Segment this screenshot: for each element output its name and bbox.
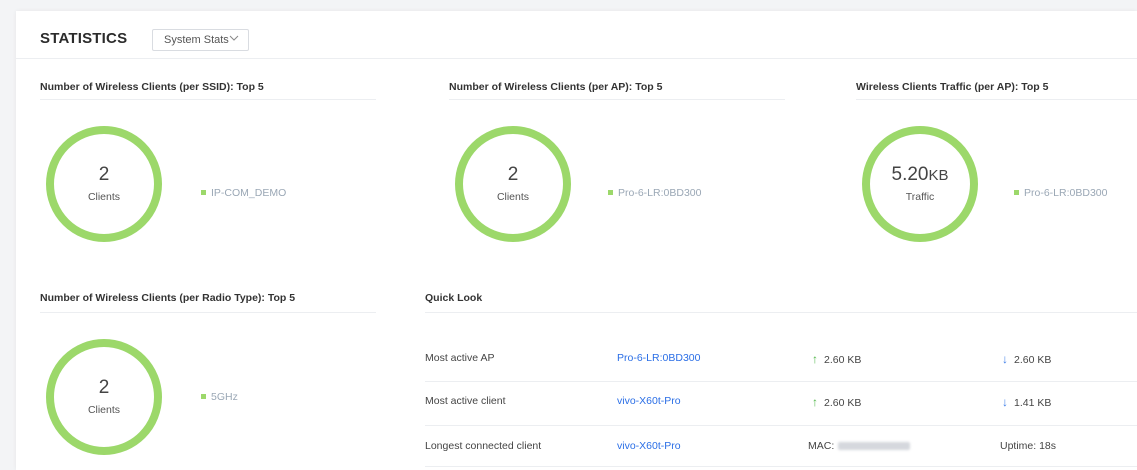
- uptime-stat: Uptime: 18s: [1000, 440, 1057, 452]
- legend-item: Pro-6-LR:0BD300: [1014, 187, 1107, 199]
- most-active-client-link[interactable]: vivo-X60t-Pro: [617, 395, 681, 407]
- quick-look-title: Quick Look: [425, 292, 483, 304]
- clients-per-radio-ring: 2 Clients: [46, 339, 162, 455]
- quick-look-label: Longest connected client: [425, 440, 542, 452]
- card-title-traffic: Wireless Clients Traffic (per AP): Top 5: [856, 81, 1049, 93]
- most-active-ap-link[interactable]: Pro-6-LR:0BD300: [617, 352, 700, 364]
- legend-dot-icon: [1014, 189, 1019, 195]
- row-divider: [425, 425, 1137, 426]
- arrow-down-icon: ↓: [1002, 352, 1008, 366]
- clients-per-ssid-ring: 2 Clients: [46, 126, 162, 242]
- statistics-header: STATISTICS System Stats: [16, 11, 1137, 59]
- stats-type-select-value: System Stats: [164, 34, 229, 46]
- ring-caption: Traffic: [905, 191, 935, 203]
- ring-caption: Clients: [87, 404, 121, 416]
- stats-type-select[interactable]: System Stats: [152, 29, 249, 51]
- divider: [40, 312, 376, 313]
- row-divider: [425, 381, 1137, 382]
- ring-value: 2: [507, 164, 519, 185]
- arrow-up-icon: ↑: [812, 395, 818, 409]
- page-title: STATISTICS: [40, 30, 128, 47]
- card-title-ap: Number of Wireless Clients (per AP): Top…: [449, 81, 663, 93]
- row-divider: [425, 466, 1137, 467]
- mac-value-redacted: [838, 442, 911, 451]
- legend-dot-icon: [201, 393, 206, 399]
- clients-per-ap-ring: 2 Clients: [455, 126, 571, 242]
- longest-connected-client-link[interactable]: vivo-X60t-Pro: [617, 440, 681, 452]
- download-stat: ↓ 1.41 KB: [1002, 395, 1052, 409]
- upload-stat: ↑ 2.60 KB: [812, 395, 862, 409]
- ring-caption: Clients: [87, 191, 121, 203]
- legend-item: 5GHz: [201, 391, 238, 403]
- quick-look-label: Most active AP: [425, 352, 495, 364]
- divider: [856, 99, 1137, 100]
- card-title-radio-type: Number of Wireless Clients (per Radio Ty…: [40, 292, 296, 304]
- card-title-ssid: Number of Wireless Clients (per SSID): T…: [40, 81, 264, 93]
- divider: [449, 99, 785, 100]
- ring-value: 2: [98, 377, 110, 398]
- ring-value: 2: [98, 164, 110, 185]
- ring-caption: Clients: [496, 191, 530, 203]
- quick-look-label: Most active client: [425, 395, 506, 407]
- statistics-panel: STATISTICS System Stats Number of Wirele…: [16, 11, 1137, 470]
- mac-address: MAC:: [808, 440, 911, 452]
- download-stat: ↓ 2.60 KB: [1002, 352, 1052, 366]
- arrow-up-icon: ↑: [812, 352, 818, 366]
- traffic-per-ap-ring: 5.20KB Traffic: [862, 126, 978, 242]
- legend-item: IP-COM_DEMO: [201, 187, 286, 199]
- divider: [425, 312, 1137, 313]
- legend-item: Pro-6-LR:0BD300: [608, 187, 701, 199]
- divider: [40, 99, 376, 100]
- chevron-down-icon: [229, 35, 239, 41]
- ring-value: 5.20KB: [891, 164, 949, 185]
- arrow-down-icon: ↓: [1002, 395, 1008, 409]
- upload-stat: ↑ 2.60 KB: [812, 352, 862, 366]
- legend-dot-icon: [608, 189, 613, 195]
- legend-dot-icon: [201, 189, 206, 195]
